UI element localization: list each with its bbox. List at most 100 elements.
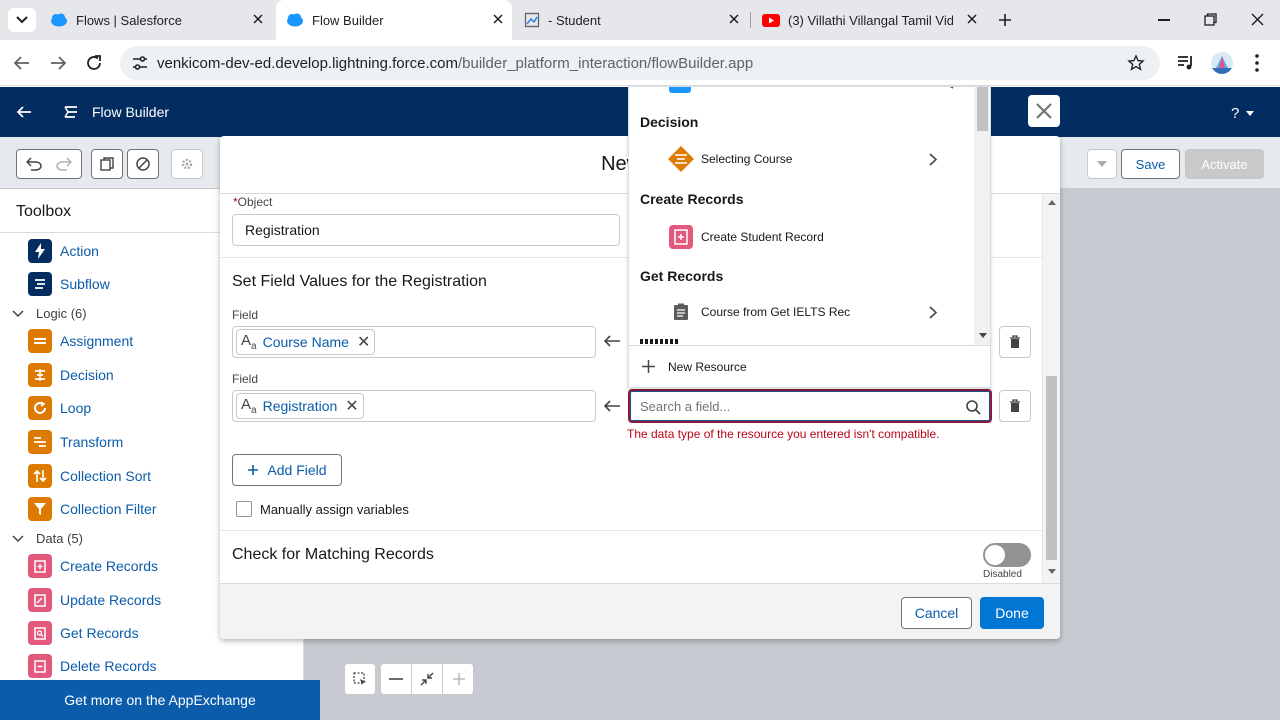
plus-icon [999,14,1011,26]
toolbox-item-collection-filter[interactable]: Collection Filter [28,497,156,521]
address-bar[interactable]: venkicom-dev-ed.develop.lightning.force.… [120,46,1160,80]
save-options-button[interactable] [1087,149,1117,179]
field-picker-2[interactable]: Aa Registration ✕ [232,390,596,422]
close-tab-icon[interactable] [966,13,978,25]
scroll-down-icon[interactable] [1048,569,1056,574]
flow-icon [62,103,80,121]
dropdown-group-heading: Decision [640,114,699,130]
chevron-down-icon[interactable] [1246,111,1254,116]
data-group-toggle[interactable]: Data (5) [12,531,83,546]
search-icon [966,400,981,415]
help-icon[interactable]: ? [1231,105,1239,122]
scroll-thumb[interactable] [1046,376,1057,560]
dropdown-item-selecting-course[interactable]: Selecting Course [667,144,967,174]
plus-icon [642,360,655,373]
new-resource-item[interactable]: New Resource [629,345,990,387]
toolbox-item-loop[interactable]: Loop [28,396,91,420]
chevron-right-icon[interactable] [929,305,937,319]
value-search-input[interactable]: Search a field... [628,389,992,423]
back-arrow-icon[interactable] [13,54,31,72]
close-tab-icon[interactable] [728,13,740,25]
back-arrow-icon[interactable] [16,104,32,120]
object-field[interactable]: Registration [232,214,620,246]
site-info-icon[interactable] [132,56,148,70]
activate-button[interactable]: Activate [1185,149,1264,179]
close-tab-icon[interactable] [252,13,264,25]
undo-icon[interactable] [26,157,42,171]
toolbox-item-transform[interactable]: Transform [28,430,123,454]
object-value: Registration [245,222,320,238]
chevron-right-icon[interactable] [929,152,937,166]
forward-arrow-icon[interactable] [49,54,67,72]
logic-group-toggle[interactable]: Logic (6) [12,306,87,321]
done-button[interactable]: Done [980,597,1044,629]
close-tab-icon[interactable] [492,13,504,25]
close-window-icon[interactable] [1251,13,1264,26]
tab-title: Flows | Salesforce [76,12,182,28]
modal-scrollbar[interactable] [1042,194,1060,583]
copy-button[interactable] [91,149,123,179]
fit-view-button[interactable] [412,664,443,694]
scroll-up-icon[interactable] [1048,200,1056,205]
browser-menu-icon[interactable] [1255,54,1259,72]
redo-icon[interactable] [56,157,72,171]
toolbox-item-label: Decision [60,367,114,383]
add-field-button[interactable]: Add Field [232,454,342,486]
add-field-label: Add Field [267,462,327,478]
chevron-right-icon [949,87,954,89]
cancel-button[interactable]: Cancel [901,597,972,629]
dropdown-scrollbar[interactable] [974,87,990,345]
url-path: /builder_platform_interaction/flowBuilde… [458,54,754,72]
toolbox-item-label: Delete Records [60,658,157,674]
restore-icon[interactable] [1204,13,1217,26]
media-control-icon[interactable] [1177,55,1195,71]
toolbox-item-get-records[interactable]: Get Records [28,621,139,645]
reload-icon[interactable] [85,54,103,72]
field-picker-1[interactable]: Aa Course Name ✕ [232,326,596,358]
bookmark-star-icon[interactable] [1127,54,1145,72]
chevron-down-icon [1097,161,1107,167]
transform-icon [28,430,52,454]
zoom-in-button[interactable] [443,664,474,694]
appexchange-link[interactable]: Get more on the AppExchange [0,680,320,720]
delete-element-button[interactable] [127,149,159,179]
undo-redo-group[interactable] [16,149,82,179]
profile-avatar[interactable] [1211,52,1233,74]
toolbox-item-label: Subflow [60,276,110,292]
delete-row-button[interactable] [999,390,1031,422]
browser-tab-flow-builder[interactable]: Flow Builder [276,0,512,40]
save-button[interactable]: Save [1121,149,1180,179]
toolbox-item-label: Transform [60,434,124,450]
toolbox-item-action[interactable]: Action [28,239,99,263]
delete-row-button[interactable] [999,326,1031,358]
toolbox-item-subflow[interactable]: Subflow [28,272,110,296]
dropdown-item-create-student-record[interactable]: Create Student Record [667,222,967,252]
toolbox-item-update-records[interactable]: Update Records [28,588,161,612]
dropdown-item-course-from-get-ielts[interactable]: Course from Get IELTS Rec [667,297,967,327]
modal-close-button[interactable] [1028,95,1060,127]
manual-assign-label: Manually assign variables [260,502,409,517]
scroll-down-icon[interactable] [979,333,987,338]
toolbox-item-create-records[interactable]: Create Records [28,554,158,578]
minimize-icon[interactable] [1158,19,1170,21]
manual-assign-checkbox[interactable] [236,501,252,517]
select-elements-button[interactable] [344,663,376,695]
tab-title: (3) Villathi Villangal Tamil Video [788,12,953,28]
browser-tab-youtube[interactable]: (3) Villathi Villangal Tamil Video [754,0,986,40]
matching-records-toggle[interactable] [983,543,1031,567]
toolbox-item-collection-sort[interactable]: Collection Sort [28,464,151,488]
toolbox-item-assignment[interactable]: Assignment [28,329,133,353]
app-title: Flow Builder [92,104,170,120]
new-tab-button[interactable] [996,11,1014,29]
tab-search-button[interactable] [8,8,36,32]
browser-tab-student[interactable]: - Student [516,0,748,40]
remove-icon[interactable]: ✕ [357,332,370,352]
settings-button[interactable] [171,149,203,179]
remove-icon[interactable]: ✕ [345,396,358,416]
browser-tab-flows[interactable]: Flows | Salesforce [44,0,272,40]
sort-icon [28,464,52,488]
toolbox-item-decision[interactable]: Decision [28,363,114,387]
zoom-out-button[interactable] [381,664,412,694]
dropdown-scroll-thumb[interactable] [977,87,988,131]
toolbox-item-delete-records[interactable]: Delete Records [28,654,157,678]
